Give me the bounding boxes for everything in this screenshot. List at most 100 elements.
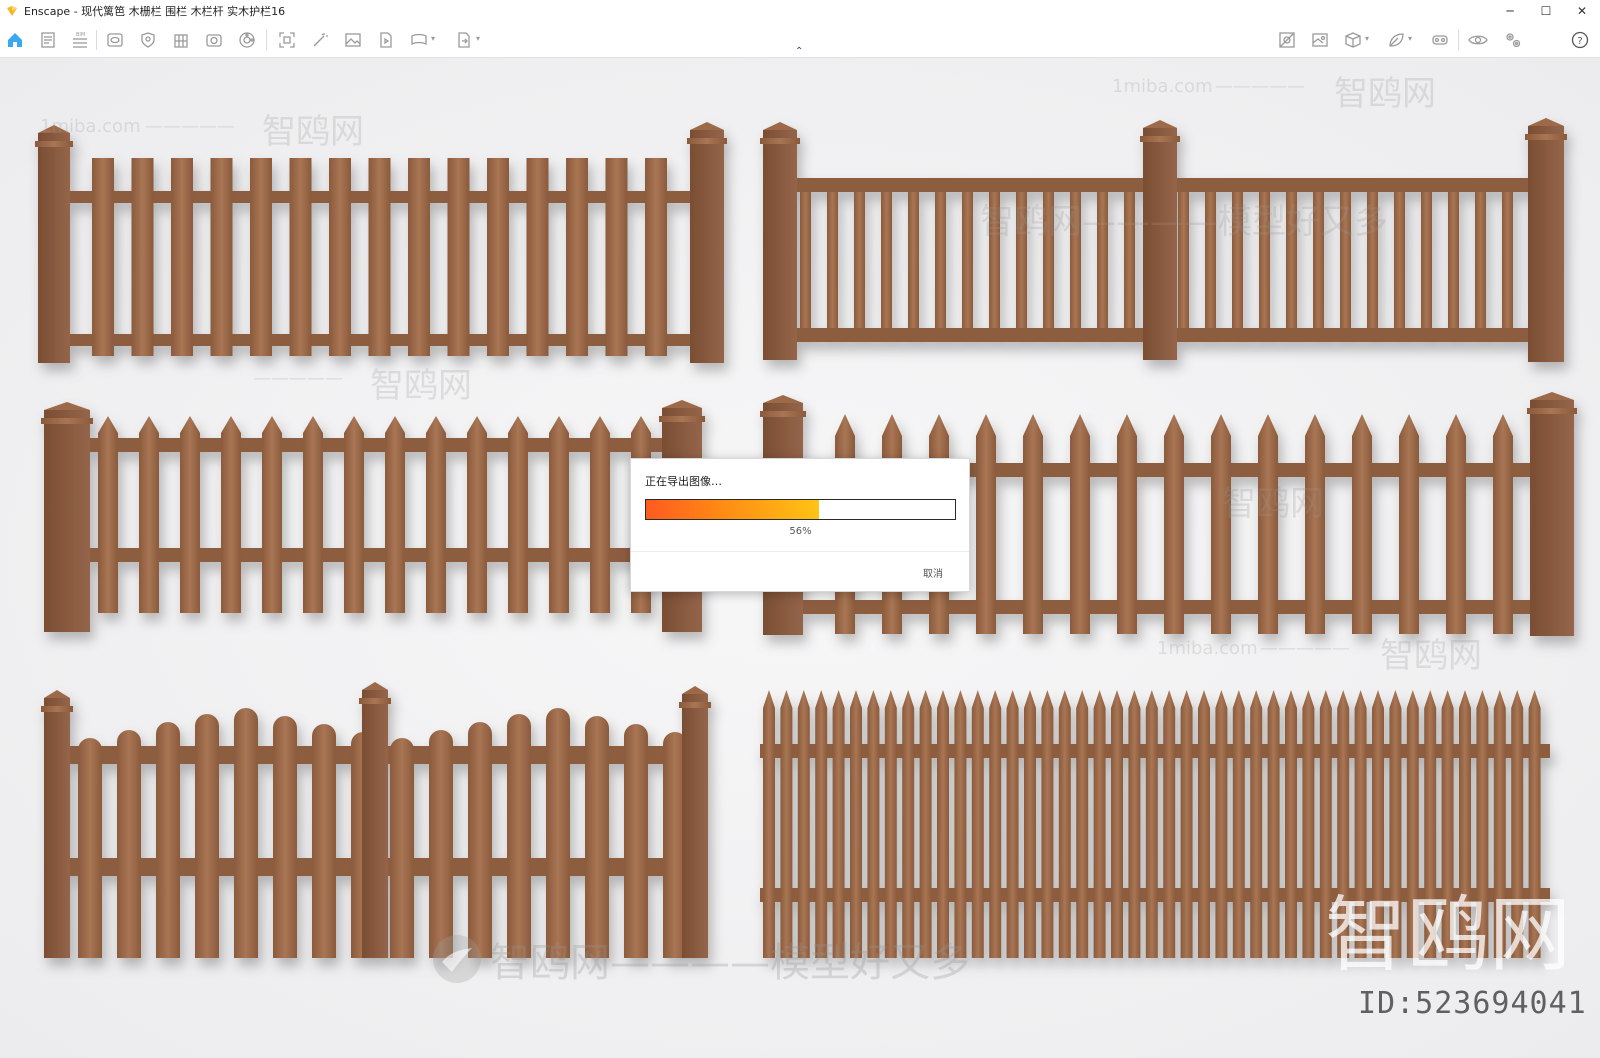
fence-post-cap (760, 138, 800, 144)
fence-baluster (962, 192, 973, 328)
fence-picket (1399, 414, 1419, 634)
fence-baluster (487, 158, 509, 356)
fence-baluster (368, 158, 391, 356)
cube-icon[interactable] (1343, 30, 1363, 50)
fence-baluster (329, 158, 351, 356)
fence-picket (139, 416, 159, 613)
camera-icon[interactable] (204, 30, 224, 50)
fence-picket (1023, 414, 1043, 634)
fence-baluster (526, 158, 549, 356)
dialog-title: 正在导出图像… (645, 475, 722, 488)
fence-post (690, 130, 724, 363)
watermark-dashes: ————— (253, 368, 343, 389)
fence-picket (262, 416, 282, 613)
progress-bar (645, 499, 956, 520)
fence-picket (344, 416, 364, 613)
watermark-brand: 智鸥网 (370, 366, 472, 406)
watermark-brand-large: 智鸥网 (1325, 888, 1572, 983)
fence-baluster (1475, 192, 1486, 328)
panorama-icon[interactable] (409, 30, 429, 50)
fence-picket (385, 416, 405, 613)
fence-baluster (289, 158, 312, 356)
fence-post-cap (41, 706, 73, 712)
fence-baluster (210, 158, 233, 356)
cancel-button[interactable]: 取消 (923, 565, 943, 580)
fence-picket (797, 690, 810, 958)
home-icon[interactable] (5, 30, 25, 50)
fence-baluster (1502, 192, 1513, 328)
fence-baluster (1394, 192, 1405, 328)
fence-post-top (1143, 120, 1177, 128)
help-icon[interactable]: ? (1570, 30, 1590, 50)
leaf-icon[interactable] (1386, 30, 1406, 50)
fence-picket (1446, 414, 1466, 634)
fence-post-top (1530, 392, 1574, 400)
bim-icon[interactable]: BIM (70, 30, 90, 50)
render-settings-icon[interactable] (1277, 30, 1297, 50)
collapse-toolbar-caret[interactable]: ⌃ (795, 46, 803, 57)
watermark-brand: 智鸥网 (1222, 484, 1324, 524)
watermark-tagline: 智鸥网————模型好又多 (980, 202, 1388, 242)
watermark-dashes: ————— (1260, 638, 1350, 659)
fence-post-top (763, 122, 797, 130)
shield-icon[interactable] (138, 30, 158, 50)
fence-picket (221, 416, 241, 613)
panorama-dropdown-caret[interactable]: ▾ (431, 34, 435, 43)
fence-picket (195, 714, 219, 958)
fence-picket (546, 708, 570, 958)
fence-picket (919, 690, 932, 958)
svg-text:?: ? (1577, 36, 1582, 47)
fence-picket (976, 414, 996, 634)
maximize-button[interactable]: ☐ (1528, 0, 1564, 22)
wand-icon[interactable] (310, 30, 330, 50)
fence-post-cap (679, 702, 711, 708)
watermark-brand: 智鸥网 (1334, 74, 1436, 114)
fence-picket (1145, 690, 1158, 958)
fence-post (38, 133, 70, 363)
settings-icon[interactable] (1503, 30, 1523, 50)
dialog-divider (631, 551, 969, 552)
progress-fill (646, 500, 820, 519)
watermark-dashes: ————— (145, 116, 235, 137)
fence-picket (815, 690, 828, 958)
palette-icon[interactable] (237, 30, 257, 50)
fence-post (44, 698, 70, 958)
close-button[interactable]: ✕ (1564, 0, 1600, 22)
picture-icon[interactable] (1310, 30, 1330, 50)
fence-picket (426, 416, 446, 613)
minimize-button[interactable]: ─ (1492, 0, 1528, 22)
image-icon[interactable] (343, 30, 363, 50)
building-icon[interactable] (171, 30, 191, 50)
watermark-brand: 智鸥网 (262, 112, 364, 152)
fence-post-top (662, 400, 702, 408)
fence-picket (1117, 414, 1137, 634)
fence-picket (1164, 414, 1184, 634)
video-icon[interactable] (376, 30, 396, 50)
fence-post-top (690, 122, 724, 130)
fence-picket (234, 708, 258, 958)
leaf-dropdown-caret[interactable]: ▾ (1408, 34, 1412, 43)
watermark-site: 1miba.com (1157, 638, 1258, 659)
fence-picket (390, 738, 414, 958)
fence-picket (590, 416, 610, 613)
fence-picket (467, 416, 487, 613)
fence-picket (1215, 690, 1228, 958)
fence-post-top (1528, 118, 1564, 126)
fence-picket (508, 416, 528, 613)
title-bar: Enscape - 现代篱笆 木栅栏 围栏 木栏杆 实木护栏16 ─ ☐ ✕ (0, 0, 1600, 22)
fence-picket (585, 716, 609, 958)
frame-icon[interactable] (277, 30, 297, 50)
visibility-icon[interactable] (1468, 30, 1488, 50)
cube-dropdown-caret[interactable]: ▾ (1365, 34, 1369, 43)
fence-baluster (566, 158, 588, 356)
fence-picket (312, 724, 336, 958)
fence-post (1143, 128, 1177, 360)
fence-picket (989, 690, 1002, 958)
document-icon[interactable] (38, 30, 58, 50)
fence-picket (1058, 690, 1071, 958)
export-dropdown-caret[interactable]: ▾ (476, 34, 480, 43)
eye-icon[interactable] (105, 30, 125, 50)
fence-picket (98, 416, 118, 613)
vr-headset-icon[interactable] (1430, 30, 1450, 50)
export-icon[interactable] (454, 30, 474, 50)
